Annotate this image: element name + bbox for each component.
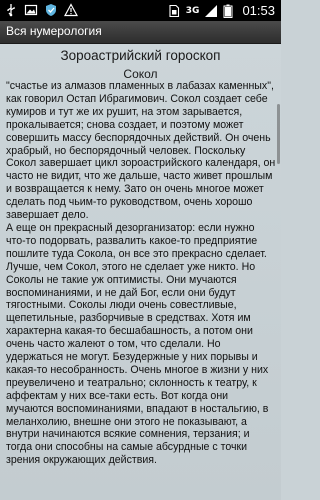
warning-icon [63, 3, 79, 17]
article-paragraph: А еще он прекрасный дезорганизатор: если… [6, 221, 269, 467]
article-body: "счастье из алмазов пламенных в лабазах … [6, 80, 276, 467]
status-bar: 3G 01:53 [0, 0, 281, 21]
page-heading: Зороастрийский гороскоп [60, 48, 221, 63]
battery-icon [223, 4, 237, 18]
scrollbar[interactable] [277, 104, 280, 164]
clock: 01:53 [242, 3, 275, 18]
app-title: Вся нумерология [6, 24, 102, 38]
image-icon [24, 3, 38, 17]
sim-icon [167, 4, 181, 18]
article-paragraph: "счастье из алмазов пламенных в лабазах … [6, 80, 276, 222]
app-title-bar: Вся нумерология [0, 21, 281, 44]
notification-icons [4, 3, 79, 17]
shield-icon [44, 3, 58, 17]
system-icons: 3G 01:53 [167, 2, 275, 19]
usb-icon [4, 3, 18, 17]
signal-icon [204, 4, 218, 18]
article-scroll-view[interactable]: Зороастрийский гороскоп Сокол "счастье и… [0, 44, 281, 500]
network-type: 3G [185, 5, 200, 16]
